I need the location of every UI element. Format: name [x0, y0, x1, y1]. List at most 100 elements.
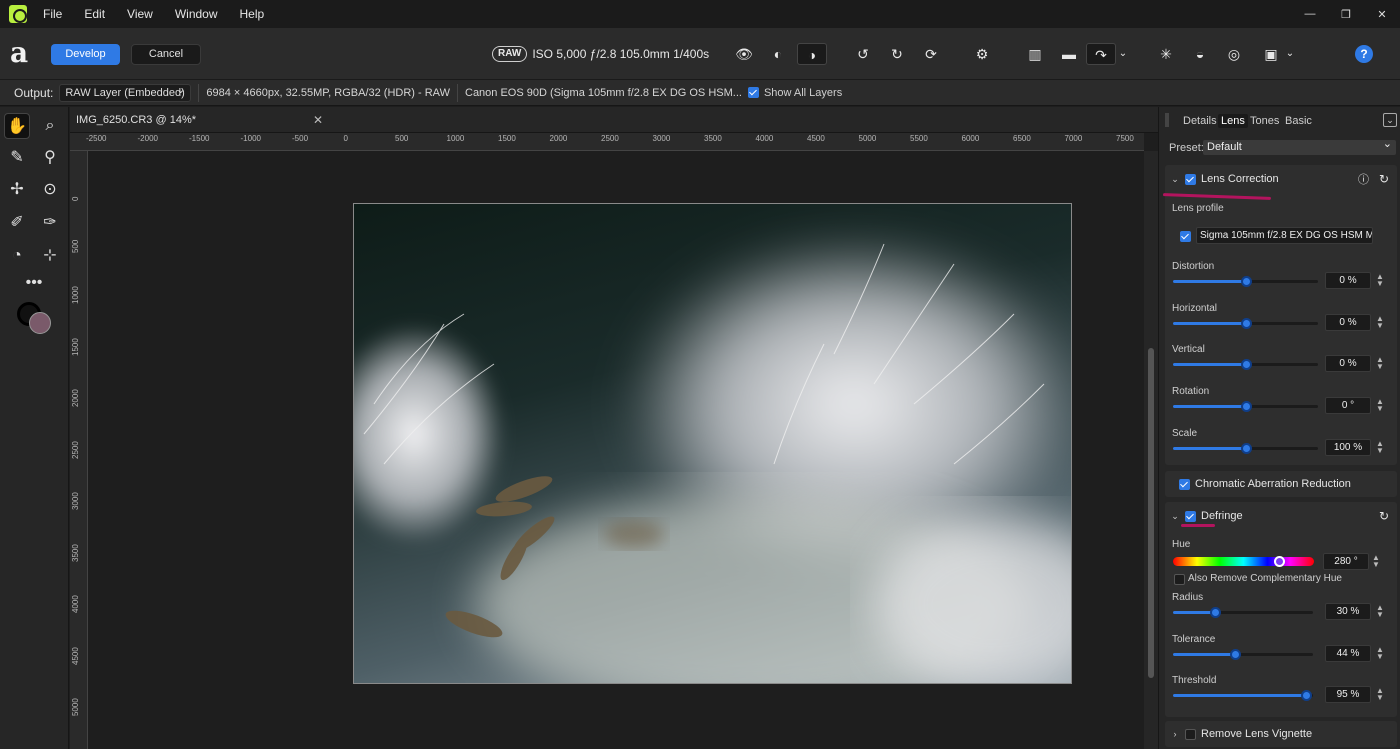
more-tools-icon[interactable]: •••: [21, 270, 47, 296]
stepper-icon[interactable]: ▲ ▼: [1376, 687, 1384, 702]
menu-window[interactable]: Window: [175, 7, 218, 21]
menu-view[interactable]: View: [127, 7, 153, 21]
stepper-icon[interactable]: ▲ ▼: [1376, 645, 1384, 660]
stepper-icon[interactable]: ▲ ▼: [1376, 273, 1384, 288]
close-window-button[interactable]: ✕: [1364, 8, 1400, 21]
slider-value[interactable]: 44 %: [1325, 644, 1371, 662]
panel-menu-icon[interactable]: ⌄: [1383, 113, 1397, 127]
stepper-icon[interactable]: ▲ ▼: [1376, 398, 1384, 413]
vertical-ruler[interactable]: 0 500 1000 1500 2000 2500 3000 3500 4000 4500 5000: [70, 151, 88, 749]
panel-grip[interactable]: [1165, 113, 1169, 127]
lens-profile-select[interactable]: Sigma 105mm f/2.8 EX DG OS HSM Macro: [1196, 227, 1373, 244]
slider-value[interactable]: 0 °: [1325, 397, 1371, 415]
chevron-down-icon[interactable]: ⌄: [1168, 174, 1182, 185]
snapping-icon[interactable]: ↷: [1086, 43, 1116, 65]
reset-icon[interactable]: ↻: [1379, 509, 1389, 523]
frame-icon[interactable]: ▣: [1260, 43, 1282, 65]
slider-knob[interactable]: [1229, 648, 1241, 660]
slider-track[interactable]: [1173, 648, 1313, 660]
slider-value[interactable]: 100 %: [1325, 438, 1371, 456]
stepper-icon[interactable]: ▲ ▼: [1376, 439, 1384, 454]
stepper-icon[interactable]: ▲ ▼: [1376, 356, 1384, 371]
menu-help[interactable]: Help: [240, 7, 265, 21]
background-color-swatch[interactable]: [29, 312, 51, 334]
document-tab[interactable]: IMG_6250.CR3 @ 14%* ✕: [70, 107, 1158, 133]
eraser-tool-icon[interactable]: ✑: [37, 210, 63, 236]
lens-correction-checkbox[interactable]: [1185, 173, 1196, 185]
checkbox-icon[interactable]: [747, 87, 759, 98]
split-view-icon[interactable]: ◐: [767, 43, 789, 65]
histogram-icon[interactable]: ▥: [1024, 43, 1046, 65]
slider-value[interactable]: 0 %: [1325, 313, 1371, 331]
rotate-left-icon[interactable]: ↺: [852, 43, 874, 65]
eye-icon[interactable]: 👁: [733, 43, 755, 65]
hue-slider[interactable]: [1173, 556, 1314, 567]
crop-rotate-icon[interactable]: ⟳: [920, 43, 942, 65]
gradient-tool-icon[interactable]: ◔: [4, 243, 30, 269]
lens-vignette-header[interactable]: › Remove Lens Vignette: [1165, 726, 1397, 742]
chevron-down-icon[interactable]: ⌄: [1284, 43, 1296, 65]
brush-tool-icon[interactable]: ✐: [4, 210, 30, 236]
slider-track[interactable]: [1173, 317, 1318, 329]
scrollbar-thumb[interactable]: [1148, 348, 1154, 678]
slider-value[interactable]: 0 %: [1325, 272, 1371, 289]
defringe-checkbox[interactable]: [1185, 510, 1196, 522]
slider-value[interactable]: 95 %: [1325, 686, 1371, 703]
slider-track[interactable]: [1173, 690, 1313, 701]
lens-profile-checkbox[interactable]: [1180, 231, 1191, 242]
slider-knob[interactable]: [1240, 317, 1252, 329]
blemish-tool-icon[interactable]: ✢: [4, 177, 30, 203]
straighten-tool-icon[interactable]: ⊹: [37, 243, 63, 269]
slider-knob[interactable]: [1240, 442, 1252, 454]
slider-track[interactable]: [1173, 276, 1318, 287]
minimize-button[interactable]: —: [1292, 8, 1328, 20]
exposure-icon[interactable]: ✳: [1155, 43, 1177, 65]
slider-track[interactable]: [1173, 607, 1313, 618]
chromatic-aberration-header[interactable]: Chromatic Aberration Reduction: [1179, 476, 1400, 492]
overlay-tool-icon[interactable]: ⊙: [37, 177, 63, 203]
output-select[interactable]: RAW Layer (Embedded): [59, 82, 192, 102]
stepper-icon[interactable]: ▲ ▼: [1372, 554, 1380, 569]
target-icon[interactable]: ◎: [1223, 43, 1245, 65]
show-all-layers-toggle[interactable]: Show All Layers: [747, 87, 842, 99]
hue-value[interactable]: 280 °: [1323, 553, 1369, 570]
hue-slider-knob[interactable]: [1273, 556, 1285, 567]
restore-button[interactable]: ❐: [1328, 8, 1364, 21]
lens-correction-header[interactable]: ⌄ Lens Correction ⓘ ↻: [1165, 171, 1397, 187]
chromatic-aberration-checkbox[interactable]: [1179, 478, 1190, 490]
gear-icon[interactable]: ⚙: [971, 43, 993, 65]
preset-select[interactable]: Default: [1203, 137, 1396, 155]
tab-basic[interactable]: Basic: [1285, 115, 1312, 127]
close-tab-icon[interactable]: ✕: [313, 113, 323, 127]
slider-knob[interactable]: [1240, 276, 1252, 287]
slider-track[interactable]: [1173, 401, 1318, 413]
chevron-down-icon[interactable]: ⌄: [1117, 43, 1129, 65]
white-balance-tool-icon[interactable]: ⚲: [37, 145, 63, 171]
slider-knob[interactable]: [1240, 401, 1252, 413]
chevron-right-icon[interactable]: ›: [1168, 729, 1182, 739]
defringe-header[interactable]: ⌄ Defringe ↻: [1165, 508, 1397, 524]
photo-image[interactable]: [353, 203, 1072, 684]
slider-track[interactable]: [1173, 359, 1318, 371]
reset-icon[interactable]: ↻: [1379, 172, 1389, 186]
complementary-hue-checkbox[interactable]: [1174, 574, 1185, 585]
rotate-right-icon[interactable]: ↻: [886, 43, 908, 65]
slider-knob[interactable]: [1240, 359, 1252, 371]
slider-knob[interactable]: [1301, 690, 1312, 701]
chevron-down-icon[interactable]: ⌄: [1168, 511, 1182, 522]
hand-tool-icon[interactable]: ✋: [4, 113, 30, 139]
slider-value[interactable]: 30 %: [1325, 603, 1371, 620]
menu-edit[interactable]: Edit: [84, 7, 105, 21]
zoom-tool-icon[interactable]: ⌕: [37, 113, 63, 139]
horizontal-ruler[interactable]: -2500 -2000 -1500 -1000 -500 0 500 1000 1500 2000…: [70, 133, 1144, 151]
tab-details[interactable]: Details: [1183, 115, 1217, 127]
contrast-icon[interactable]: ◒: [1189, 43, 1211, 65]
menu-file[interactable]: File: [43, 7, 62, 21]
cancel-button[interactable]: Cancel: [131, 44, 201, 65]
lens-vignette-checkbox[interactable]: [1185, 728, 1196, 740]
tab-tones[interactable]: Tones: [1250, 115, 1279, 127]
clipping-icon[interactable]: ▬: [1056, 43, 1082, 65]
stepper-icon[interactable]: ▲ ▼: [1376, 604, 1384, 619]
mirror-view-icon[interactable]: ◑: [797, 43, 827, 65]
stepper-icon[interactable]: ▲ ▼: [1376, 314, 1384, 329]
